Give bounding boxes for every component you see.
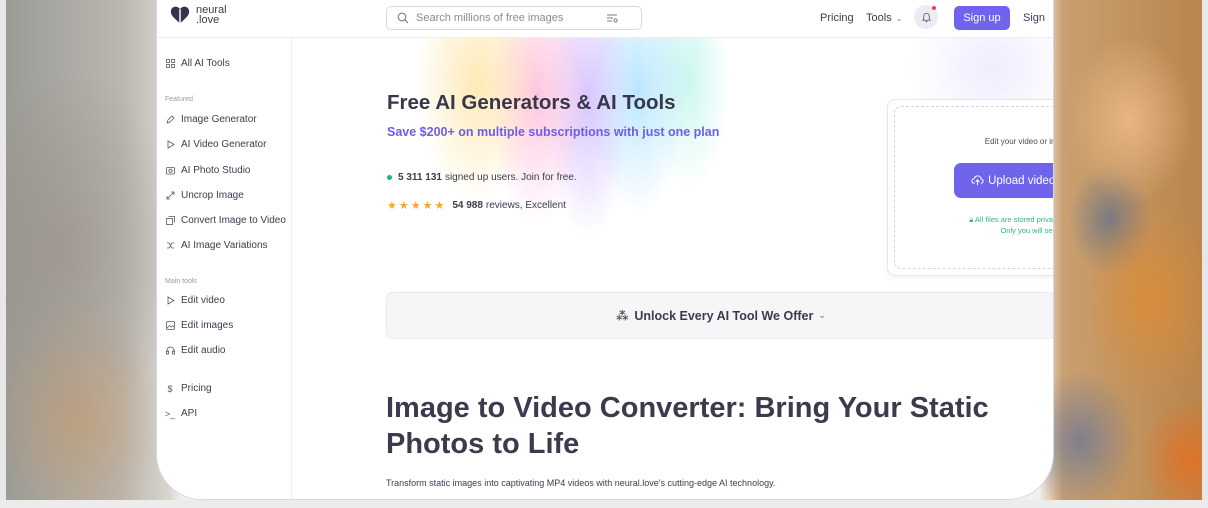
privacy-line-2: Only you will see them. bbox=[1000, 226, 1053, 235]
search-icon bbox=[397, 12, 409, 24]
sidebar-item-label: Image Generator bbox=[181, 114, 257, 125]
privacy-line-1-text: All files are stored privately & encrypt… bbox=[974, 215, 1053, 224]
reviews-summary: ★★★★★ 54 988 reviews, Excellent bbox=[387, 199, 566, 212]
hero-subtitle: Save $200+ on multiple subscriptions wit… bbox=[387, 125, 720, 139]
expand-icon bbox=[165, 191, 175, 201]
upload-button[interactable]: Upload video or images bbox=[954, 163, 1054, 198]
sidebar-item-label: AI Photo Studio bbox=[181, 165, 251, 176]
search-placeholder: Search millions of free images bbox=[416, 12, 564, 24]
bell-icon bbox=[921, 12, 931, 22]
sidebar-item-label: Convert Image to Video bbox=[181, 215, 286, 226]
sidebar-item-image-generator[interactable]: Image Generator bbox=[165, 114, 257, 125]
camera-icon bbox=[165, 166, 175, 176]
logo-text: neural .love bbox=[196, 5, 227, 26]
sidebar-item-all-ai-tools[interactable]: All AI Tools bbox=[165, 58, 230, 69]
upload-hint: Edit your video or images here bbox=[984, 137, 1053, 146]
sidebar-heading-main-tools: Main tools bbox=[165, 278, 197, 285]
sidebar-item-label: All AI Tools bbox=[181, 58, 230, 69]
dollar-icon: $ bbox=[167, 383, 173, 394]
sidebar-item-ai-video-generator[interactable]: AI Video Generator bbox=[165, 139, 266, 150]
article-description: Transform static images into captivating… bbox=[386, 478, 776, 488]
magic-wand-icon: ⁂ bbox=[616, 308, 629, 323]
reviews-count: 54 988 bbox=[452, 200, 483, 211]
signin-link[interactable]: Sign bbox=[1023, 12, 1045, 24]
star-rating-icon: ★★★★★ bbox=[387, 200, 447, 212]
browser-window: neural .love Search millions of free ima… bbox=[156, 0, 1054, 500]
filter-icon[interactable] bbox=[606, 12, 618, 24]
headphones-icon bbox=[165, 346, 175, 356]
sidebar-item-label: Uncrop Image bbox=[181, 190, 244, 201]
privacy-line-1: 🔒︎ All files are stored privately & encr… bbox=[888, 214, 1053, 225]
search-input[interactable]: Search millions of free images bbox=[386, 6, 642, 30]
users-count: 5 311 131 bbox=[398, 172, 442, 183]
nav-tools-dropdown[interactable]: Tools ⌄ bbox=[866, 12, 902, 24]
unlock-tools-dropdown[interactable]: ⁂ Unlock Every AI Tool We Offer ⌄ bbox=[386, 292, 1053, 339]
signup-button[interactable]: Sign up bbox=[954, 6, 1010, 30]
play-icon bbox=[165, 296, 175, 306]
screen-edge-right bbox=[1202, 0, 1208, 508]
unlock-label: Unlock Every AI Tool We Offer bbox=[634, 308, 814, 323]
nav-tools-label: Tools bbox=[866, 12, 892, 24]
hero-title: Free AI Generators & AI Tools bbox=[387, 91, 676, 114]
upload-button-label: Upload video or images bbox=[988, 174, 1054, 187]
article-title: Image to Video Converter: Bring Your Sta… bbox=[386, 392, 989, 460]
sidebar-item-label: API bbox=[181, 408, 198, 419]
sidebar-item-ai-image-variations[interactable]: AI Image Variations bbox=[165, 240, 268, 251]
logo[interactable]: neural .love bbox=[169, 4, 227, 26]
sidebar-item-uncrop-image[interactable]: Uncrop Image bbox=[165, 190, 244, 201]
screen-edge-bottom bbox=[0, 500, 1208, 508]
status-dot-icon bbox=[387, 175, 392, 180]
reviews-text: reviews, Excellent bbox=[485, 200, 566, 211]
logo-line-2: .love bbox=[196, 14, 220, 26]
page-viewport: neural .love Search millions of free ima… bbox=[157, 1, 1053, 499]
heart-logo-icon bbox=[170, 6, 190, 24]
privacy-note: 🔒︎ All files are stored privately & encr… bbox=[888, 214, 1053, 236]
grid-icon bbox=[165, 59, 175, 69]
pen-nib-icon bbox=[165, 115, 175, 125]
sidebar-item-convert-image-to-video[interactable]: Convert Image to Video bbox=[165, 215, 286, 226]
sidebar-item-edit-video[interactable]: Edit video bbox=[165, 295, 225, 306]
lock-icon: 🔒︎ bbox=[969, 215, 974, 224]
users-text: signed up users. Join for free. bbox=[444, 172, 577, 183]
sidebar-item-ai-photo-studio[interactable]: AI Photo Studio bbox=[165, 165, 251, 176]
sidebar-item-label: AI Image Variations bbox=[181, 240, 268, 251]
image-icon bbox=[165, 321, 175, 331]
sidebar-item-api[interactable]: >_ API bbox=[165, 408, 197, 419]
sidebar-item-label: Edit audio bbox=[181, 345, 226, 356]
chevron-down-icon: ⌄ bbox=[818, 310, 826, 320]
upload-card[interactable]: Edit your video or images here Upload vi… bbox=[887, 99, 1054, 276]
signed-up-users: 5 311 131 signed up users. Join for free… bbox=[387, 172, 577, 183]
terminal-icon: >_ bbox=[164, 408, 176, 419]
sidebar-item-edit-audio[interactable]: Edit audio bbox=[165, 345, 225, 356]
play-icon bbox=[165, 140, 175, 150]
sidebar-item-label: Edit images bbox=[181, 320, 234, 331]
sidebar-item-label: AI Video Generator bbox=[181, 139, 267, 150]
sidebar-item-label: Pricing bbox=[181, 383, 212, 394]
hero-section: Free AI Generators & AI Tools Save $200+… bbox=[293, 38, 1053, 276]
image-stack-icon bbox=[165, 216, 175, 226]
top-navigation-bar: neural .love Search millions of free ima… bbox=[157, 1, 1053, 38]
screen-edge-left bbox=[0, 0, 6, 508]
nav-pricing-link[interactable]: Pricing bbox=[820, 12, 854, 24]
shuffle-icon bbox=[165, 241, 175, 251]
notifications-button[interactable] bbox=[914, 5, 938, 29]
sidebar-item-label: Edit video bbox=[181, 295, 225, 306]
sidebar-item-pricing[interactable]: $ Pricing bbox=[165, 383, 212, 394]
notification-dot bbox=[932, 6, 936, 10]
sidebar-item-edit-images[interactable]: Edit images bbox=[165, 320, 233, 331]
sidebar: All AI Tools Featured Image Generator AI… bbox=[157, 38, 292, 499]
cloud-upload-icon bbox=[971, 175, 984, 186]
sidebar-heading-featured: Featured bbox=[165, 96, 194, 103]
chevron-down-icon: ⌄ bbox=[895, 14, 903, 23]
